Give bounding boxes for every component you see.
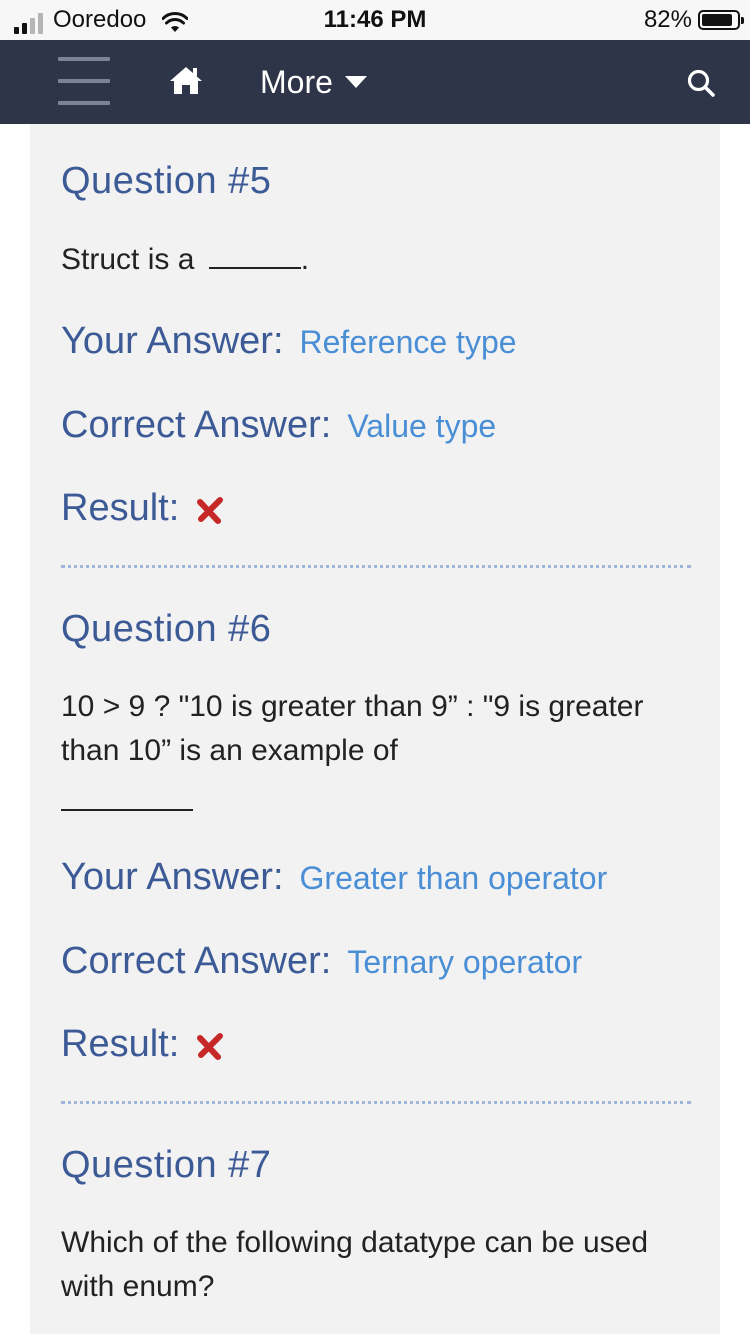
- correct-answer-value: Ternary operator: [347, 944, 583, 980]
- results-card: Question #5 Struct is a . Your Answer: R…: [30, 124, 720, 1334]
- your-answer-value: Greater than operator: [299, 860, 608, 896]
- status-time: 11:46 PM: [323, 6, 427, 33]
- top-nav-bar: More: [0, 40, 750, 124]
- more-label: More: [260, 64, 333, 100]
- question-5-text: Struct is a .: [61, 237, 661, 282]
- question-5-heading: Question #5: [61, 160, 272, 202]
- your-answer-value: Reference type: [299, 324, 517, 360]
- more-menu-button[interactable]: More: [260, 60, 367, 104]
- wrong-x-icon: [197, 1033, 224, 1060]
- question-5-your-answer: Your Answer: Reference type: [61, 319, 517, 364]
- status-right: 82%: [643, 6, 744, 34]
- battery-icon: [698, 10, 744, 30]
- caret-down-icon: [344, 76, 367, 88]
- question-6-correct-answer: Correct Answer: Ternary operator: [61, 939, 582, 984]
- your-answer-label: Your Answer:: [61, 320, 284, 362]
- correct-answer-value: Value type: [347, 408, 497, 444]
- question-7-heading: Question #7: [61, 1144, 272, 1186]
- hamburger-icon[interactable]: [58, 57, 110, 105]
- question-6-result: Result:: [61, 1022, 225, 1066]
- your-answer-label: Your Answer:: [61, 856, 284, 898]
- status-bar: Ooredoo 11:46 PM 82%: [0, 0, 750, 40]
- correct-answer-label: Correct Answer:: [61, 404, 332, 446]
- home-icon[interactable]: [168, 64, 204, 96]
- section-divider: [61, 1101, 691, 1104]
- question-6-text: 10 > 9 ? "10 is greater than 9” : "9 is …: [61, 690, 644, 767]
- question-7-text: Which of the following datatype can be u…: [61, 1226, 649, 1303]
- answer-blank: [61, 779, 193, 811]
- question-5-suffix: .: [300, 243, 310, 276]
- question-5-correct-answer: Correct Answer: Value type: [61, 403, 496, 448]
- question-6-your-answer: Your Answer: Greater than operator: [61, 855, 607, 900]
- result-label: Result:: [61, 1023, 180, 1065]
- result-label: Result:: [61, 487, 180, 529]
- question-5-result: Result:: [61, 486, 225, 530]
- section-divider: [61, 565, 691, 568]
- question-5-prompt: Struct is a: [61, 243, 195, 276]
- question-6-heading: Question #6: [61, 608, 272, 650]
- correct-answer-label: Correct Answer:: [61, 940, 332, 982]
- answer-blank: [208, 237, 301, 269]
- wrong-x-icon: [197, 497, 224, 524]
- battery-percent: 82%: [643, 6, 692, 33]
